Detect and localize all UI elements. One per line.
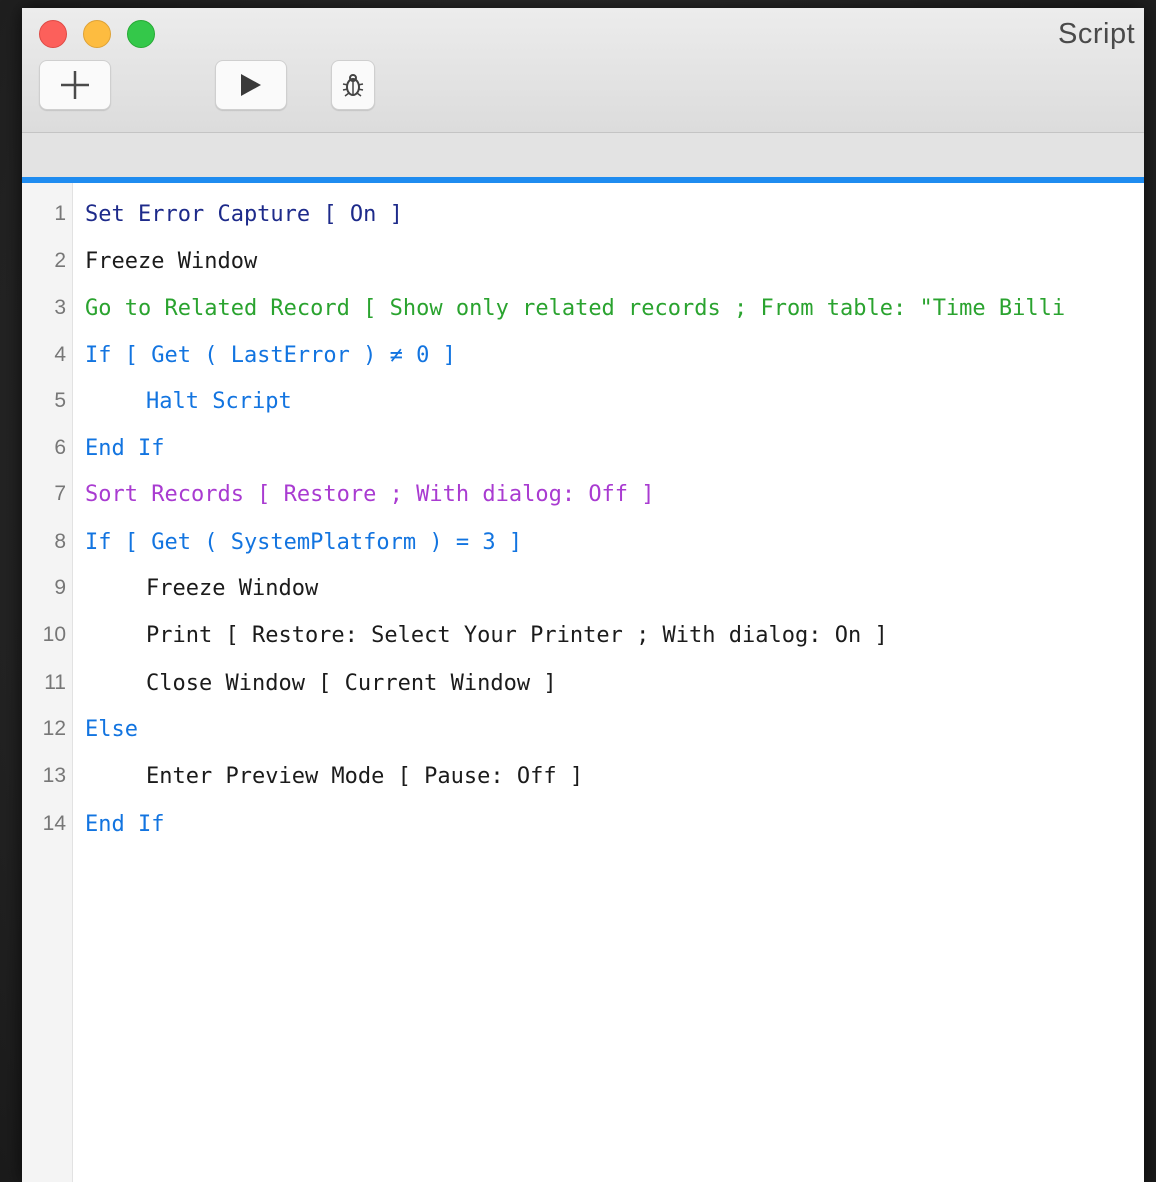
script-line[interactable]: 3 Go to Related Record [ Show only relat… [22,288,1144,328]
script-line[interactable]: 1 Set Error Capture [ On ] [22,194,1144,234]
script-step: Go to Related Record [ Show only related… [85,295,1066,321]
play-icon [241,74,261,96]
line-number: 8 [54,530,66,553]
line-number: 5 [54,389,66,412]
plus-icon [61,71,89,99]
script-line[interactable]: 4 If [ Get ( LastError ) ≠ 0 ] [22,335,1144,375]
script-workspace-window: Script 1 Set Error Capture [On] 2 Free… [22,8,1144,1182]
line-number: 10 [42,623,66,646]
script-editor[interactable]: 1 Set Error Capture [ On ] 2 Freeze Wind… [22,183,1144,1182]
script-tab-bar [22,133,1144,177]
title-bar: Script [22,8,1144,133]
close-window-button[interactable] [39,20,67,48]
line-number: 12 [42,717,66,740]
script-line[interactable]: 2 Freeze Window [22,241,1144,281]
script-step: Sort Records [ Restore ; With dialog: Of… [85,481,655,507]
bug-icon [342,74,364,97]
run-script-button[interactable] [215,60,287,110]
script-step: If [ Get ( SystemPlatform ) = 3 ] [85,529,523,555]
script-step: If [ Get ( LastError ) ≠ 0 ] [85,342,456,368]
script-step: Freeze Window [85,248,258,274]
line-number: 14 [42,812,66,835]
line-number: 9 [54,576,66,599]
script-line[interactable]: 7 Sort Records [ Restore ; With dialog: … [22,474,1144,514]
script-line[interactable]: 13 Enter Preview Mode [ Pause: Off ] [22,756,1144,796]
line-number: 7 [54,482,66,505]
line-number: 4 [54,343,66,366]
new-script-button[interactable] [39,60,111,110]
debug-script-button[interactable] [331,60,375,110]
script-step: Print [ Restore: Select Your Printer ; W… [146,622,888,648]
script-step: End If [85,811,165,837]
line-number: 11 [44,671,66,694]
script-step: Freeze Window [146,575,319,601]
script-step: Else [85,716,138,742]
script-step: Set Error Capture [ On ] [85,201,403,227]
script-line[interactable]: 11 Close Window [ Current Window ] [22,663,1144,703]
window-title: Script [1058,18,1136,50]
script-line[interactable]: 14 End If [22,804,1144,844]
zoom-window-button[interactable] [127,20,155,48]
script-line[interactable]: 9 Freeze Window [22,568,1144,608]
script-step: End If [85,435,165,461]
line-number: 1 [54,202,66,225]
line-number: 3 [54,296,66,319]
line-number: 13 [42,764,66,787]
script-line[interactable]: 12 Else [22,709,1144,749]
script-step: Close Window [ Current Window ] [146,670,557,696]
script-step: Enter Preview Mode [ Pause: Off ] [146,763,584,789]
minimize-window-button[interactable] [83,20,111,48]
script-line[interactable]: 6 End If [22,428,1144,468]
script-line[interactable]: 8 If [ Get ( SystemPlatform ) = 3 ] [22,522,1144,562]
line-number: 2 [54,249,66,272]
script-line[interactable]: 5 Halt Script [22,381,1144,421]
line-number: 6 [54,436,66,459]
script-step: Halt Script [146,388,292,414]
script-line[interactable]: 10 Print [ Restore: Select Your Printer … [22,615,1144,655]
